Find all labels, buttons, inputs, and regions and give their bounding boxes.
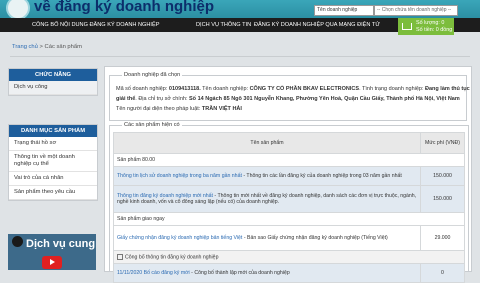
representative-label: Tên người đại diện theo pháp luật: [116,106,202,112]
product-link[interactable]: Giấy chứng nhận đăng ký doanh nghiệp bản… [117,235,242,241]
sidebar-products: DANH MỤC SẢN PHẨM Trạng thái hồ sơ Thông… [8,124,98,201]
channel-avatar [12,236,23,247]
checkbox-icon[interactable] [117,253,123,260]
company-name: CÔNG TY CỔ PHẦN BKAV ELECTRONICS [249,86,360,92]
product-cell: Thông tin đăng ký doanh nghiệp mới nhất … [113,185,421,213]
breadcrumb-separator: > [39,44,43,50]
company-address: Số 14 Ngách 85 Ngõ 301 Nguyễn Khang, Phư… [189,96,460,102]
video-thumbnail[interactable]: Dịch vụ cung [8,234,96,270]
company-name-label: Tên doanh nghiệp: [200,86,250,92]
table-row[interactable]: Thông tin đăng ký doanh nghiệp mới nhất … [113,185,465,213]
product-link[interactable]: 11/11/2020 Bố cáo đăng ký mới [117,270,190,276]
main-panel: Doanh nghiệp đã chọn Mã số doanh nghiệp:… [104,66,472,283]
sidebar-functions: CHỨC NĂNG Dịch vụ công [8,68,98,96]
table-row[interactable]: Giấy chứng nhận đăng ký doanh nghiệp bản… [113,225,465,251]
product-price: 150.000 [420,166,465,186]
group-label: Sản phẩm giao ngay [113,212,465,226]
product-cell: Thông tin lịch sử doanh nghiệp trong ba … [113,166,421,186]
table-row[interactable]: Thông tin lịch sử doanh nghiệp trong ba … [113,166,465,186]
nav-item-publish[interactable]: CÔNG BỐ NỘI DUNG ĐĂNG KÝ DOANH NGHIỆP [32,18,159,32]
product-price: 150.000 [420,185,465,213]
products-box: Các sản phẩm hiện có Tên sản phẩm Mức ph… [109,122,469,283]
sidebar-functions-title: CHỨC NĂNG [9,69,97,81]
site-header: về đăng ký doanh nghiệp Tên doanh nghiệp… [0,0,480,20]
cart-icon [402,23,412,30]
site-title: về đăng ký doanh nghiệp [34,0,215,15]
breadcrumb: Trang chủ > Các sản phẩm [12,44,82,50]
product-link[interactable]: Thông tin lịch sử doanh nghiệp trong ba … [117,173,242,179]
group-label: Sản phẩm 80.00 [113,153,465,167]
sub-group-title: Công bố thông tin đăng ký doanh nghiệp [125,254,219,261]
product-cell: 11/11/2020 Bố cáo đăng ký mới - Công bố … [113,263,421,283]
cart-quantity: Số lượng: 0 [416,20,445,26]
company-line-2: giải thể. Địa chỉ trụ sở chính: Số 14 Ng… [116,96,460,102]
products-legend: Các sản phẩm hiện có [122,122,182,128]
col-header-price: Mức phí (VNĐ) [420,132,465,154]
product-price: 29.000 [420,225,465,251]
sidebar-item-custom-products[interactable]: Sản phẩm theo yêu cầu [9,186,97,200]
company-code-label: Mã số doanh nghiệp: [116,86,169,92]
product-price: 0 [420,263,465,283]
representative-name: TRẦN VIỆT HẢI [201,106,242,112]
sidebar-products-title: DANH MỤC SẢN PHẨM [9,125,97,137]
company-line-3: Tên người đại diện theo pháp luật: TRẦN … [116,106,242,112]
sidebar-item-file-status[interactable]: Trạng thái hồ sơ [9,137,97,151]
video-title: Dịch vụ cung [26,238,96,250]
breadcrumb-current: Các sản phẩm [44,44,82,50]
search-type-select[interactable]: -- Chọn chứa tên doanh nghiệp -- [374,5,458,16]
sidebar-item-company-info[interactable]: Thông tin về một doanh nghiệp cụ thể [9,151,97,172]
company-status-label: . Tình trạng doanh nghiệp: [359,86,426,92]
nav-item-online-registration[interactable]: ĐĂNG KÝ DOANH NGHIỆP QUA MẠNG ĐIỆN TỬ [254,18,380,32]
product-cell: Giấy chứng nhận đăng ký doanh nghiệp bản… [113,225,421,251]
sub-group-label: Công bố thông tin đăng ký doanh nghiệp [113,250,465,264]
play-icon[interactable] [42,256,62,269]
product-desc: - Thông tin các lần đăng ký của doanh ng… [241,173,402,179]
products-table: Tên sản phẩm Mức phí (VNĐ) Sản phẩm 80.0… [113,132,465,283]
company-code: 0109413118. [168,86,201,92]
col-header-name: Tên sản phẩm [113,132,421,154]
divider [10,56,470,57]
table-row[interactable]: 11/11/2020 Bố cáo đăng ký mới - Công bố … [113,263,465,283]
breadcrumb-home[interactable]: Trang chủ [12,44,38,50]
company-status-cont: giải thể [116,96,136,102]
product-desc: - Bản sao Giấy chứng nhận đăng ký doanh … [242,235,388,241]
selected-company-box: Doanh nghiệp đã chọn Mã số doanh nghiệp:… [109,72,470,121]
cart-amount: Số tiền: 0 đồng [416,27,453,33]
company-address-label: . Địa chỉ trụ sở chính: [135,96,190,102]
cart-widget[interactable]: Số lượng: 0 Số tiền: 0 đồng [398,18,454,35]
company-line-1: Mã số doanh nghiệp: 0109413118. Tên doan… [116,86,470,92]
search-input[interactable]: Tên doanh nghiệp [314,5,374,16]
nav-item-info-services[interactable]: DỊCH VỤ THÔNG TIN [196,18,251,32]
site-logo[interactable] [6,0,30,20]
product-desc: - Công bố thành lập mới của doanh nghiệp [189,270,290,276]
sidebar-item-public-services[interactable]: Dịch vụ công [9,81,97,95]
selected-company-legend: Doanh nghiệp đã chọn [122,72,183,78]
company-status: Đang làm thủ tục [425,86,470,92]
sidebar-item-personal-role[interactable]: Vai trò của cá nhân [9,172,97,186]
